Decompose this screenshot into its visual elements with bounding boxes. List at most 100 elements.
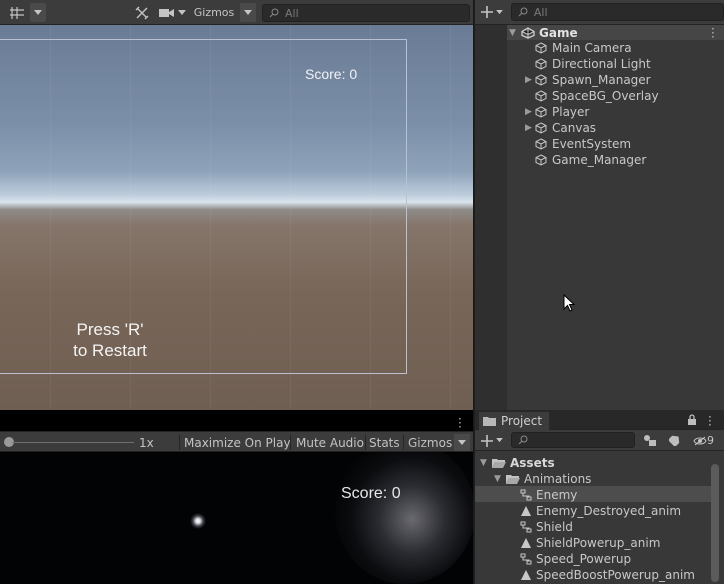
gameobject-cube-icon [535,138,547,150]
toolbar-divider [290,435,291,450]
hierarchy-item-label: Game_Manager [552,153,647,167]
chevron-down-icon [496,9,503,14]
hierarchy-item-player[interactable]: ▶ Player [525,104,589,120]
mouse-cursor-icon [563,294,575,312]
scene-expanded-icon[interactable]: ▼ [509,28,519,38]
hierarchy-item-canvas[interactable]: ▶ Canvas [525,120,596,136]
folder-icon [483,417,496,426]
project-folder-animations[interactable]: ▼ Animations [494,471,591,487]
hierarchy-search-input[interactable]: All [510,3,724,21]
gizmos-dropdown-button[interactable] [240,3,256,22]
gizmos-dropdown-button[interactable] [454,434,470,451]
expand-arrow-icon[interactable]: ▶ [525,75,535,85]
hierarchy-scene-row[interactable]: ▼ Game · · · [507,23,724,43]
hierarchy-item-eventsystem[interactable]: EventSystem [525,136,631,152]
scene-menu-icon[interactable]: · · · [711,23,715,43]
hierarchy-item-main-camera[interactable]: Main Camera [525,40,632,56]
scene-grid-line [450,25,451,410]
hidden-packages-toggle[interactable]: 9 [693,432,714,449]
grid-dropdown-button[interactable] [30,3,46,22]
hierarchy-item-label: SpaceBG_Overlay [552,89,659,103]
hierarchy-item-label: Player [552,105,590,119]
scale-value: 1x [139,435,154,450]
filter-by-label-icon[interactable] [669,434,681,446]
project-item-enemy-destroyed-anim[interactable]: Enemy_Destroyed_anim [520,503,681,519]
project-item-label: Enemy_Destroyed_anim [536,504,682,518]
project-tab-label: Project [501,414,543,428]
search-icon [518,435,528,445]
create-button[interactable] [479,3,505,22]
gameobject-cube-icon [535,154,547,166]
hidden-count: 9 [707,434,714,447]
project-search-input[interactable] [511,432,635,448]
animator-controller-icon [520,521,532,533]
expand-arrow-icon[interactable]: ▶ [525,107,535,117]
hierarchy-item-spawn-manager[interactable]: ▶ Spawn_Manager [525,72,651,88]
search-icon [518,7,528,17]
hierarchy-item-label: Canvas [552,121,597,135]
mute-audio-toggle[interactable]: Mute Audio [292,434,368,451]
animation-clip-icon [521,506,531,516]
chevron-down-icon [496,438,503,443]
project-item-label: Enemy [536,488,578,502]
grid-snap-icon[interactable] [6,3,28,22]
lock-icon[interactable] [687,414,697,425]
project-tab-bar: Project · · · [475,410,724,431]
project-item-label: Speed_Powerup [536,552,632,566]
project-item-shield[interactable]: Shield [520,519,573,535]
expanded-arrow-icon[interactable]: ▼ [494,474,506,484]
folder-open-icon [492,458,506,468]
project-item-speed-powerup[interactable]: Speed_Powerup [520,551,631,567]
gameobject-cube-icon [535,122,547,134]
game-score-text: Score: 0 [341,485,401,502]
project-item-enemy[interactable]: Enemy [520,487,577,503]
chevron-down-icon [177,9,186,15]
animator-controller-icon [520,553,532,565]
expand-arrow-icon[interactable]: ▶ [525,123,535,133]
hierarchy-item-spacebg-overlay[interactable]: SpaceBG_Overlay [525,88,659,104]
gameobject-cube-icon [535,106,547,118]
create-asset-button[interactable] [479,431,505,450]
tools-icon[interactable] [132,3,152,22]
scene-name: Game [539,25,578,40]
tab-project[interactable]: Project [479,412,549,430]
camera-dropdown-button[interactable] [157,3,187,22]
gameobject-cube-icon [535,42,547,54]
chevron-down-icon [244,9,252,15]
hierarchy-item-label: Spawn_Manager [552,73,651,87]
project-item-label: SpeedBoostPowerup_anim [536,568,695,582]
hierarchy-gutter [475,25,507,410]
gizmos-toggle[interactable]: Gizmos [190,3,238,22]
camera-icon [158,8,174,17]
scene-view[interactable]: Score: 0 Press 'R' to Restart Gizmos All [0,0,473,410]
chevron-down-icon [34,9,42,15]
project-panel-menu-icon[interactable]: · · · [708,411,712,431]
hierarchy-item-label: Directional Light [552,57,651,71]
game-panel-menu-icon[interactable]: · · · [458,413,462,433]
project-item-shieldpowerup-anim[interactable]: ShieldPowerup_anim [520,535,660,551]
filter-by-type-icon[interactable] [643,434,657,447]
eye-hidden-icon [693,436,707,445]
scene-search-input[interactable]: All [262,4,470,22]
project-folder-assets[interactable]: ▼ Assets [480,455,555,471]
animation-clip-icon [521,570,531,580]
plus-icon [480,6,493,18]
maximize-on-play-toggle[interactable]: Maximize On Play [180,434,295,451]
search-icon [269,8,279,18]
plus-icon [481,434,493,447]
gameobject-cube-icon [535,74,547,86]
animation-clip-icon [521,538,531,548]
expanded-arrow-icon[interactable]: ▼ [480,458,492,468]
scene-search-placeholder: All [285,6,299,20]
hierarchy-toolbar: All [475,0,724,25]
project-toolbar: 9 [475,430,724,451]
scale-slider-track[interactable] [12,442,134,443]
hierarchy-item-directional-light[interactable]: Directional Light [525,56,651,72]
project-scrollbar[interactable] [711,464,719,582]
nebula-background [335,440,475,584]
hierarchy-search-placeholder: All [533,5,548,19]
unity-scene-icon [521,26,535,39]
project-item-speedboostpowerup-anim[interactable]: SpeedBoostPowerup_anim [520,567,695,583]
hierarchy-item-game-manager[interactable]: Game_Manager [525,152,646,168]
hierarchy-item-label: EventSystem [552,137,632,151]
